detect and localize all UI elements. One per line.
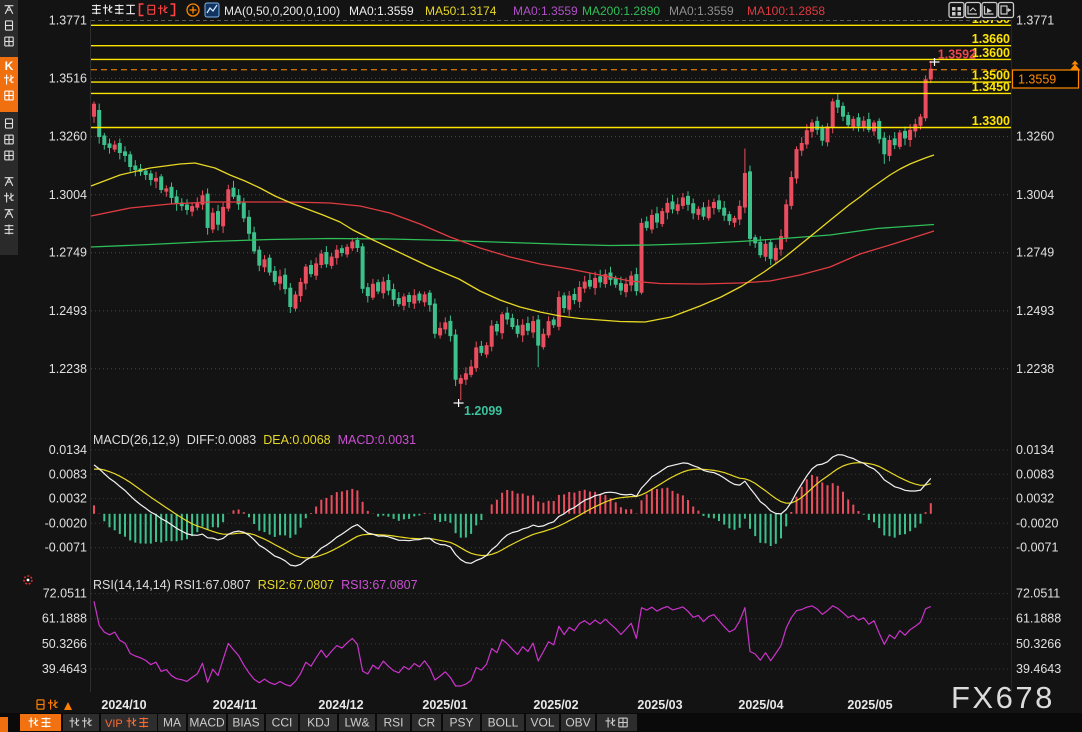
svg-text:-0.0020: -0.0020 [45, 516, 87, 530]
svg-text:FX678: FX678 [951, 680, 1055, 715]
svg-text:39.4643: 39.4643 [42, 662, 87, 676]
svg-text:2024/10: 2024/10 [101, 698, 146, 712]
svg-text:PSY: PSY [449, 716, 473, 730]
svg-text:1.3260: 1.3260 [1016, 130, 1054, 144]
svg-text:2025/02: 2025/02 [533, 698, 578, 712]
svg-text:0.0134: 0.0134 [49, 443, 87, 457]
svg-text:BIAS: BIAS [232, 716, 259, 730]
svg-text:0.0032: 0.0032 [1016, 492, 1054, 506]
svg-text:50.3266: 50.3266 [42, 637, 87, 651]
svg-text:1.2493: 1.2493 [49, 304, 87, 318]
svg-text:K: K [5, 59, 14, 73]
svg-text:OBV: OBV [565, 716, 590, 730]
svg-text:1.2238: 1.2238 [49, 362, 87, 376]
svg-text:LW&: LW& [344, 716, 369, 730]
svg-text:BOLL: BOLL [488, 716, 519, 730]
svg-text:MA0:1.3559: MA0:1.3559 [513, 4, 578, 18]
svg-text:1.3004: 1.3004 [1016, 188, 1054, 202]
svg-text:1.2749: 1.2749 [49, 246, 87, 260]
svg-text:0.0083: 0.0083 [49, 467, 87, 481]
svg-text:MACD(26,12,9) DIFF:0.0083 DE: MACD(26,12,9) DIFF:0.0083 DEA:0.0068 MAC… [93, 433, 416, 447]
svg-text:1.3559: 1.3559 [1018, 73, 1056, 87]
svg-text:61.1888: 61.1888 [42, 612, 87, 626]
svg-text:VIP: VIP [105, 718, 123, 730]
svg-text:2025/04: 2025/04 [738, 698, 783, 712]
svg-text:MA200:1.2890: MA200:1.2890 [582, 4, 660, 18]
svg-text:1.2238: 1.2238 [1016, 362, 1054, 376]
svg-text:72.0511: 72.0511 [43, 587, 87, 601]
svg-text:MA50:1.3174: MA50:1.3174 [425, 4, 497, 18]
svg-text:1.3660: 1.3660 [972, 32, 1010, 46]
svg-text:-0.0071: -0.0071 [1016, 541, 1058, 555]
svg-text:1.3450: 1.3450 [972, 80, 1010, 94]
svg-text:1.3004: 1.3004 [49, 188, 87, 202]
svg-text:1.3771: 1.3771 [49, 14, 87, 28]
svg-text:MACD: MACD [189, 716, 225, 730]
svg-text:KDJ: KDJ [307, 716, 330, 730]
svg-text:VOL: VOL [530, 716, 554, 730]
svg-text:CCI: CCI [272, 716, 293, 730]
svg-text:0.0134: 0.0134 [1016, 443, 1054, 457]
svg-text:0.0032: 0.0032 [49, 492, 87, 506]
svg-text:1.3260: 1.3260 [49, 130, 87, 144]
svg-text:MA: MA [163, 716, 181, 730]
svg-text:1.2749: 1.2749 [1016, 246, 1054, 260]
svg-text:1.3516: 1.3516 [49, 71, 87, 85]
svg-text:MA0:1.3559: MA0:1.3559 [349, 4, 414, 18]
svg-text:72.0511: 72.0511 [1016, 587, 1060, 601]
svg-text:2024/12: 2024/12 [318, 698, 363, 712]
svg-text:1.3592: 1.3592 [938, 48, 976, 62]
svg-text:-0.0020: -0.0020 [1016, 516, 1058, 530]
svg-text:0.0083: 0.0083 [1016, 467, 1054, 481]
svg-text:MA0:1.3559: MA0:1.3559 [669, 4, 734, 18]
svg-text:MA(0,50,0,200,0,100): MA(0,50,0,200,0,100) [224, 4, 340, 18]
svg-text:50.3266: 50.3266 [1016, 637, 1061, 651]
svg-text:2024/11: 2024/11 [213, 698, 258, 712]
svg-text:MA100:1.2858: MA100:1.2858 [747, 4, 825, 18]
svg-text:39.4643: 39.4643 [1016, 662, 1061, 676]
svg-text:RSI: RSI [383, 716, 403, 730]
svg-text:CR: CR [418, 716, 436, 730]
svg-text:1.3771: 1.3771 [1016, 14, 1054, 28]
svg-text:RSI(14,14,14) RSI1:67.0807 RS: RSI(14,14,14) RSI1:67.0807 RSI2:67.0807 … [93, 578, 418, 592]
svg-text:1.2493: 1.2493 [1016, 304, 1054, 318]
svg-text:1.2099: 1.2099 [464, 404, 502, 418]
svg-text:1.3600: 1.3600 [972, 46, 1010, 60]
svg-text:1.3300: 1.3300 [972, 114, 1010, 128]
svg-text:-0.0071: -0.0071 [45, 541, 87, 555]
svg-text:61.1888: 61.1888 [1016, 612, 1061, 626]
svg-text:2025/03: 2025/03 [637, 698, 682, 712]
svg-text:2025/01: 2025/01 [422, 698, 467, 712]
svg-text:2025/05: 2025/05 [847, 698, 892, 712]
